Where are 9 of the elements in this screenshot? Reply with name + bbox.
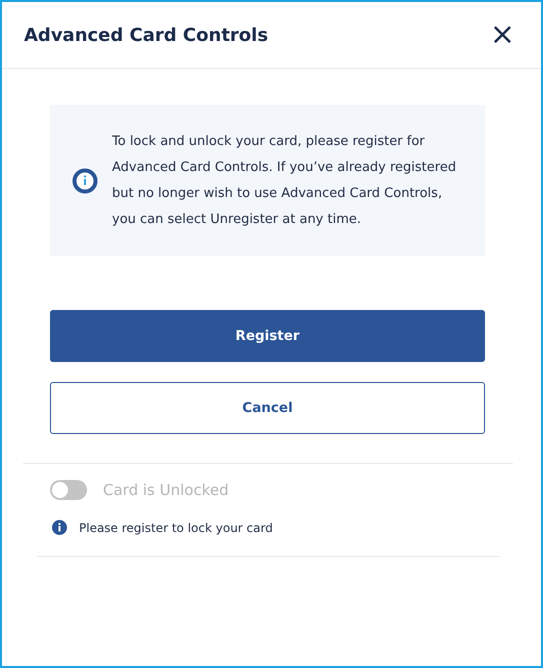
toggle-label: Card is Unlocked (103, 481, 229, 499)
close-button[interactable]: × (490, 20, 515, 50)
info-icon (52, 520, 67, 535)
notice-text: To lock and unlock your card, please register for Advanced Card Controls. If you’ve already registered but no longer wish to use Advanced Card Controls, you can select Unregister at any time. (112, 132, 458, 228)
register-button[interactable]: Register (50, 310, 485, 362)
dialog-title: Advanced Card Controls (24, 24, 268, 46)
info-icon (72, 168, 98, 194)
cancel-button[interactable]: Cancel (50, 382, 485, 434)
hint-text: Please register to lock your card (79, 520, 273, 534)
